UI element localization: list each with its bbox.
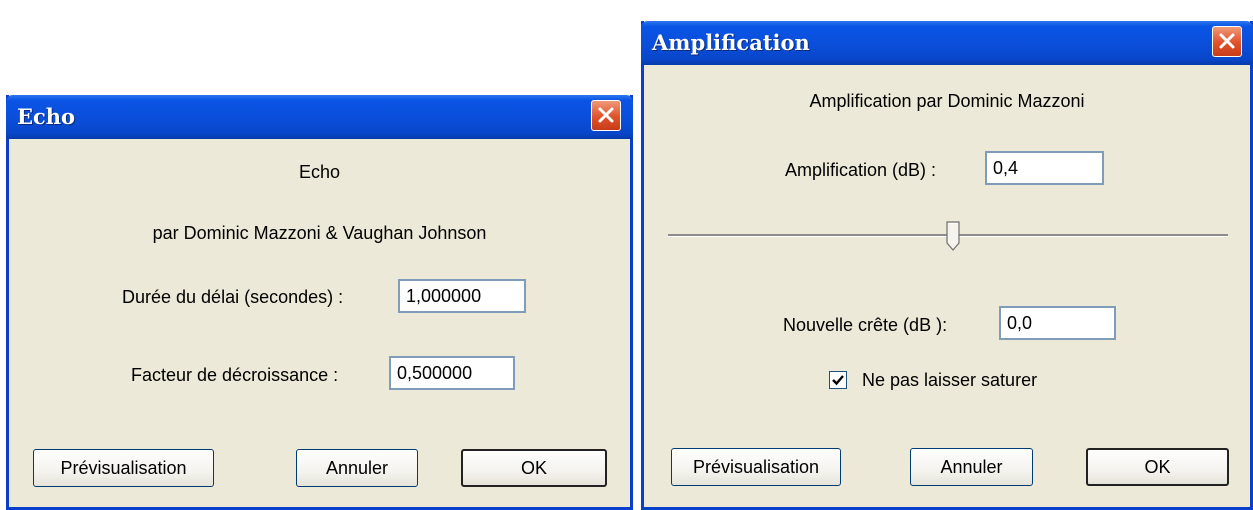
ok-button[interactable]: OK bbox=[461, 449, 607, 487]
echo-credit: par Dominic Mazzoni & Vaughan Johnson bbox=[152, 223, 487, 243]
echo-title: Echo bbox=[17, 104, 76, 129]
preview-button[interactable]: Prévisualisation bbox=[671, 448, 841, 486]
no-clip-checkbox[interactable] bbox=[829, 371, 847, 389]
delay-field[interactable]: 1,000000 bbox=[398, 279, 526, 313]
cancel-button[interactable]: Annuler bbox=[296, 449, 418, 487]
echo-heading: Echo bbox=[298, 162, 341, 182]
decay-label: Facteur de décroissance : bbox=[131, 365, 339, 385]
peak-label: Nouvelle crête (dB ): bbox=[783, 315, 948, 335]
amplify-content: Amplification par Dominic Mazzoni Amplif… bbox=[644, 65, 1250, 507]
amplification-label: Amplification (dB) : bbox=[785, 160, 937, 180]
echo-content: Echo par Dominic Mazzoni & Vaughan Johns… bbox=[9, 139, 630, 507]
preview-button[interactable]: Prévisualisation bbox=[33, 449, 214, 487]
no-clip-label[interactable]: Ne pas laisser saturer bbox=[862, 370, 1037, 391]
decay-field[interactable]: 0,500000 bbox=[389, 356, 515, 390]
delay-label: Durée du délai (secondes) : bbox=[122, 287, 344, 307]
ok-button[interactable]: OK bbox=[1086, 448, 1229, 486]
close-button[interactable] bbox=[1212, 26, 1242, 57]
echo-titlebar[interactable]: Echo bbox=[6, 95, 633, 139]
cancel-button[interactable]: Annuler bbox=[910, 448, 1033, 486]
amplify-credit: Amplification par Dominic Mazzoni bbox=[809, 91, 1085, 111]
peak-field[interactable]: 0,0 bbox=[999, 306, 1116, 340]
amplify-titlebar[interactable]: Amplification bbox=[641, 21, 1253, 65]
echo-dialog: Echo Echo par Dominic Mazzoni & Vaughan … bbox=[6, 95, 633, 510]
amplify-dialog: Amplification Amplification par Dominic … bbox=[641, 21, 1253, 510]
amplification-slider-thumb[interactable] bbox=[946, 221, 960, 256]
close-button[interactable] bbox=[591, 100, 621, 131]
amplify-title: Amplification bbox=[652, 30, 810, 55]
amplification-field[interactable]: 0,4 bbox=[985, 151, 1104, 185]
